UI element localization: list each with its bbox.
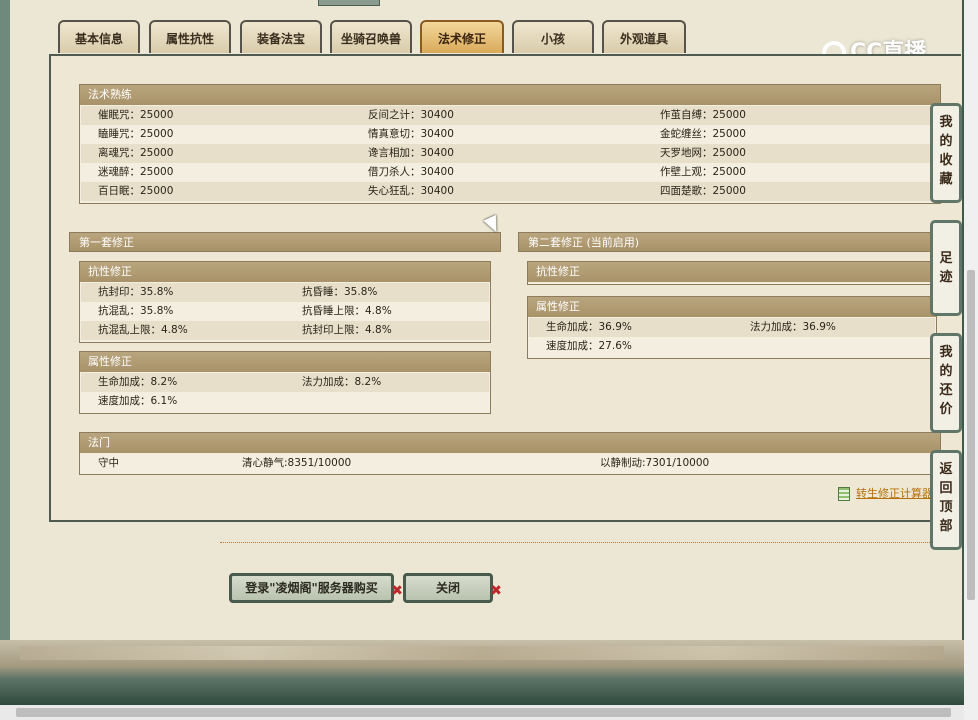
attr-cell: 法力加成：36.9% <box>750 321 836 333</box>
set2-attr-box: 属性修正 生命加成：36.9% 法力加成：36.9% 速度加成：27.6% <box>527 296 937 359</box>
attr-cell: 生命加成：8.2% <box>98 376 178 388</box>
mastery-cell: 迷魂醉：25000 <box>98 166 174 178</box>
set2-resist-box: 抗性修正 <box>527 261 937 285</box>
tab-spell-correction[interactable]: 法术修正 <box>420 20 504 53</box>
mastery-cell: 借刀杀人：30400 <box>368 166 454 178</box>
attr-cell: 速度加成：27.6% <box>546 340 632 352</box>
mastery-cell: 百日眠：25000 <box>98 185 174 197</box>
side-char: 部 <box>939 519 953 534</box>
side-char: 收 <box>939 153 953 168</box>
side-char: 的 <box>939 134 953 149</box>
spell-mastery-title: 法术熟练 <box>80 85 940 105</box>
tab-basic-info[interactable]: 基本信息 <box>58 20 140 53</box>
stripe <box>81 106 939 125</box>
vertical-scrollbar[interactable] <box>964 0 978 720</box>
horizontal-scroll-thumb[interactable] <box>16 708 951 717</box>
side-char: 价 <box>939 402 953 417</box>
side-char: 的 <box>939 364 953 379</box>
resist-cell: 抗混乱上限：4.8% <box>98 324 188 336</box>
mastery-cell: 反间之计：30400 <box>368 109 454 121</box>
famen-item: 清心静气:8351/10000 <box>242 457 352 469</box>
attr-cell: 速度加成：6.1% <box>98 395 178 407</box>
bottom-decoration <box>0 640 964 705</box>
side-char: 回 <box>939 481 953 496</box>
side-char: 还 <box>939 383 953 398</box>
side-char: 迹 <box>939 270 953 285</box>
mastery-cell: 离魂咒：25000 <box>98 147 174 159</box>
resist-cell: 抗封印上限：4.8% <box>302 324 392 336</box>
famen-item: 守中 <box>98 457 119 469</box>
side-char: 返 <box>939 462 953 477</box>
stripe <box>81 144 939 163</box>
resist-cell: 抗昏睡上限：4.8% <box>302 305 392 317</box>
stripe <box>81 182 939 201</box>
set1-resist-title: 抗性修正 <box>80 262 490 282</box>
close-mark-icon: ✖ <box>490 583 502 599</box>
set2-attr-title: 属性修正 <box>528 297 936 317</box>
mastery-cell: 四面楚歌：25000 <box>660 185 746 197</box>
top-notch <box>318 0 380 6</box>
resist-cell: 抗昏睡：35.8% <box>302 286 378 298</box>
set1-attr-title: 属性修正 <box>80 352 490 372</box>
horizontal-scrollbar[interactable] <box>0 705 964 720</box>
mastery-cell: 作壁上观：25000 <box>660 166 746 178</box>
side-char: 藏 <box>939 172 953 187</box>
main-panel: 法术熟练 催眠咒：25000 反间之计：30400 作茧自缚：25000 瞌睡咒… <box>49 54 961 522</box>
side-char: 足 <box>939 251 953 266</box>
mastery-cell: 催眠咒：25000 <box>98 109 174 121</box>
close-button[interactable]: 关闭 ✖ <box>403 573 502 603</box>
tab-appearance[interactable]: 外观道具 <box>602 20 686 53</box>
set1-resist-box: 抗性修正 抗封印：35.8% 抗昏睡：35.8% 抗混乱：35.8% 抗昏睡上限… <box>79 261 491 343</box>
set1-title: 第一套修正 <box>69 232 501 252</box>
mastery-cell: 瞌睡咒：25000 <box>98 128 174 140</box>
rebirth-calc-link[interactable]: 转生修正计算器 <box>838 485 933 501</box>
outer-frame: 基本信息 属性抗性 装备法宝 坐骑召唤兽 法术修正 小孩 外观道具 CC直播 法… <box>0 0 966 705</box>
set2-resist-title: 抗性修正 <box>528 262 936 282</box>
buy-button[interactable]: 登录"凌烟阁"服务器购买 ✖ <box>229 573 403 603</box>
buy-close-mark-icon: ✖ <box>391 583 403 599</box>
mastery-cell: 天罗地网：25000 <box>660 147 746 159</box>
resist-cell: 抗封印：35.8% <box>98 286 174 298</box>
mastery-cell: 情真意切：30400 <box>368 128 454 140</box>
tab-mount-summon[interactable]: 坐骑召唤兽 <box>330 20 412 53</box>
mastery-cell: 谗言相加：30400 <box>368 147 454 159</box>
vertical-scroll-thumb[interactable] <box>967 270 975 600</box>
tab-attr-resist[interactable]: 属性抗性 <box>149 20 231 53</box>
spell-mastery-box: 法术熟练 催眠咒：25000 反间之计：30400 作茧自缚：25000 瞌睡咒… <box>79 84 941 204</box>
my-favorites-button[interactable]: 我的收藏 <box>930 103 962 203</box>
side-char: 我 <box>939 345 953 360</box>
attr-cell: 法力加成：8.2% <box>302 376 382 388</box>
back-to-top-button[interactable]: 返回顶部 <box>930 450 962 550</box>
side-char: 我 <box>939 115 953 130</box>
set2-title: 第二套修正 (当前启用) <box>518 232 938 252</box>
dotted-divider <box>220 542 962 543</box>
famen-title: 法门 <box>80 433 940 453</box>
buy-button-label: 登录"凌烟阁"服务器购买 <box>245 581 378 595</box>
famen-item: 以静制动:7301/10000 <box>600 457 710 469</box>
tab-child[interactable]: 小孩 <box>512 20 594 53</box>
mastery-cell: 失心狂乱：30400 <box>368 185 454 197</box>
decor-strip <box>20 646 944 660</box>
attr-cell: 生命加成：36.9% <box>546 321 632 333</box>
mastery-cell: 金蛇缠丝：25000 <box>660 128 746 140</box>
mastery-cell: 作茧自缚：25000 <box>660 109 746 121</box>
tab-equipment[interactable]: 装备法宝 <box>240 20 322 53</box>
footprint-button[interactable]: 足迹 <box>930 220 962 316</box>
resist-cell: 抗混乱：35.8% <box>98 305 174 317</box>
calculator-icon <box>838 487 850 501</box>
close-button-label: 关闭 <box>435 581 460 595</box>
my-bargain-button[interactable]: 我的还价 <box>930 333 962 433</box>
famen-box: 法门 守中 清心静气:8351/10000 以静制动:7301/10000 <box>79 432 941 475</box>
set1-attr-box: 属性修正 生命加成：8.2% 法力加成：8.2% 速度加成：6.1% <box>79 351 491 414</box>
side-char: 顶 <box>939 500 953 515</box>
